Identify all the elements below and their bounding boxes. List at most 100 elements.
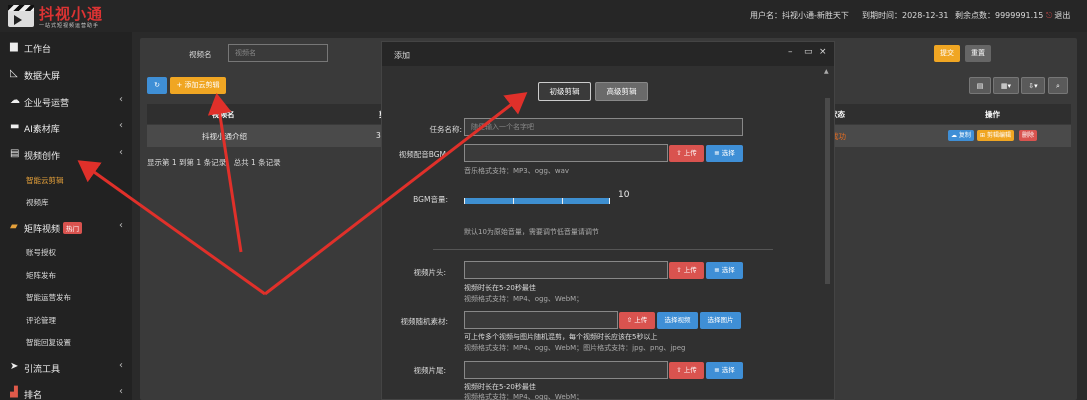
select-image-button[interactable]: 选择图片 <box>700 312 741 329</box>
upload-icon: ⇧ <box>676 266 682 274</box>
volume-slider[interactable] <box>464 198 610 204</box>
sidebar-item-video-library[interactable]: 视频库 <box>0 191 132 213</box>
scroll-up-icon[interactable]: ▲ <box>824 68 829 75</box>
upload-label: 上传 <box>683 366 697 374</box>
sidebar-item-traffic-tools[interactable]: ➤ 引流工具 ‹ <box>0 354 132 380</box>
sidebar-item-workbench[interactable]: ▆ 工作台 <box>0 34 132 60</box>
dialog-title: 添加 <box>394 51 410 60</box>
sidebar-item-comments[interactable]: 评论管理 <box>0 309 132 331</box>
copy-button[interactable]: ☁ 复制 <box>948 130 974 141</box>
desktop-icon: ▆ <box>10 41 18 52</box>
random-help-format: 视频格式支持：MP4、ogg、WebM；图片格式支持：jpg、png、jpeg <box>464 344 686 352</box>
sidebar-item-account-auth[interactable]: 账号授权 <box>0 241 132 263</box>
reset-button[interactable]: 重置 <box>965 45 991 62</box>
delete-button[interactable]: 删除 <box>1019 130 1038 141</box>
top-bar: 抖视小通 一站式短视频运营助手 用户名：抖视小通-新胜天下 到期时间：2028-… <box>0 0 1087 32</box>
random-assets-input[interactable] <box>464 311 618 329</box>
sidebar-item-label: 矩阵视频 <box>24 225 61 235</box>
minimize-icon[interactable]: – <box>788 47 793 57</box>
cloud-icon: ☁ <box>10 95 20 106</box>
outro-input[interactable] <box>464 361 668 379</box>
chevron-left-icon: ‹ <box>119 94 123 105</box>
random-help-text: 可上传多个视频与图片随机混剪，每个视频时长应该在5秒以上 <box>464 333 658 341</box>
sidebar-item-label: 工作台 <box>24 45 52 55</box>
upload-icon: ⇧ <box>626 316 633 324</box>
chart-icon: ◺ <box>10 68 18 79</box>
send-icon: ➤ <box>10 361 19 372</box>
sidebar-item-ai-assets[interactable]: ▬ AI素材库 ‹ <box>0 114 132 140</box>
sidebar-item-video-creation[interactable]: ▤ 视频创作 ‹ <box>0 141 132 167</box>
sidebar-item-auto-reply[interactable]: 智能回复设置 <box>0 331 132 353</box>
hot-badge: 热门 <box>63 222 83 234</box>
points-text: 剩余点数：9999991.15 <box>955 11 1044 20</box>
intro-help-duration: 视频时长在5-20秒最佳 <box>464 284 536 292</box>
search-icon: ⌕ <box>1056 82 1060 90</box>
sidebar-item-label: 排名 <box>24 391 43 400</box>
add-dialog: 添加 – ▭ × 初级剪辑 高级剪辑 任务名称: 随便输入一个名字吧 视频配音B… <box>381 41 835 400</box>
chevron-left-icon: ‹ <box>119 120 123 131</box>
maximize-icon[interactable]: ▭ <box>804 47 813 57</box>
sidebar-item-label: 数据大屏 <box>24 72 61 82</box>
folder-icon: ▬ <box>10 121 20 132</box>
bgm-input[interactable] <box>464 144 668 162</box>
intro-select-button[interactable]: ≣ 选择 <box>706 262 743 279</box>
app-logo[interactable]: 抖视小通 一站式短视频运营助手 <box>8 3 128 30</box>
columns-button[interactable]: ▦▾ <box>993 77 1019 94</box>
video-name-cell: 抖视小通介绍 <box>202 132 247 141</box>
select-label: 选择 <box>721 366 735 374</box>
logout-link[interactable]: ⎋ 退出 <box>1046 10 1070 21</box>
submit-button[interactable]: 提交 <box>934 45 960 62</box>
slider-tick <box>609 198 610 204</box>
slider-tick <box>513 198 514 204</box>
search-toggle-button[interactable]: ⌕ <box>1048 77 1068 94</box>
random-upload-button[interactable]: ⇧ 上传 <box>619 312 655 329</box>
sidebar-item-dashboard[interactable]: ◺ 数据大屏 <box>0 61 132 87</box>
outro-help-format: 视频格式支持：MP4、ogg、WebM； <box>464 393 584 400</box>
list-icon: ≣ <box>714 366 720 374</box>
column-header: 视频名 <box>212 110 235 119</box>
sidebar-item-smart-clip[interactable]: 智能云剪辑 <box>0 169 132 191</box>
tab-advanced-clip[interactable]: 高级剪辑 <box>595 82 648 101</box>
video-name-search-input[interactable] <box>228 44 328 62</box>
sidebar-item-label: 智能回复设置 <box>26 338 71 347</box>
refresh-button[interactable]: ↻ <box>147 77 167 94</box>
select-label: 选择 <box>721 266 735 274</box>
view-toggle-button[interactable]: ▤ <box>969 77 991 94</box>
bgm-label: 视频配音BGM <box>398 150 446 159</box>
sidebar-item-matrix-video[interactable]: ▰ 矩阵视频 热门 ‹ <box>0 214 132 240</box>
chevron-left-icon: ‹ <box>119 386 123 397</box>
logo-subtitle: 一站式短视频运营助手 <box>39 23 100 29</box>
intro-upload-button[interactable]: ⇧ 上传 <box>669 262 704 279</box>
sidebar-item-label: 引流工具 <box>24 365 61 375</box>
export-button[interactable]: ⇩▾ <box>1021 77 1045 94</box>
logout-icon: ⎋ <box>1046 11 1053 20</box>
scrollbar-thumb[interactable] <box>825 98 830 284</box>
sidebar-item-matrix-publish[interactable]: 矩阵发布 <box>0 264 132 286</box>
chevron-down-icon: ‹ <box>119 220 123 231</box>
sidebar-item-smart-publish[interactable]: 智能运营发布 <box>0 286 132 308</box>
intro-input[interactable] <box>464 261 668 279</box>
bar-icon: ▟ <box>10 387 18 398</box>
upload-icon: ⇧ <box>676 149 682 157</box>
outro-upload-button[interactable]: ⇧ 上传 <box>669 362 704 379</box>
cloud-icon: ☁ <box>951 132 957 139</box>
task-name-label: 任务名称: <box>429 125 462 134</box>
edit-icon: ⊞ <box>980 132 986 139</box>
task-name-input[interactable]: 随便输入一个名字吧 <box>464 118 743 136</box>
outro-select-button[interactable]: ≣ 选择 <box>706 362 743 379</box>
sidebar: ▆ 工作台 ◺ 数据大屏 ☁ 企业号运营 ‹ ▬ AI素材库 ‹ ▤ 视频创作 … <box>0 32 132 400</box>
sidebar-item-enterprise[interactable]: ☁ 企业号运营 ‹ <box>0 88 132 114</box>
tab-basic-clip[interactable]: 初级剪辑 <box>538 82 591 101</box>
close-icon[interactable]: × <box>819 47 827 57</box>
select-video-button[interactable]: 选择视频 <box>657 312 698 329</box>
add-cloud-clip-button[interactable]: + 添加云剪辑 <box>170 77 226 94</box>
pagination-summary: 显示第 1 到第 1 条记录，总共 1 条记录 <box>147 158 281 167</box>
list-icon: ≣ <box>714 149 720 157</box>
intro-label: 视频片头: <box>413 268 446 277</box>
sidebar-item-ranking[interactable]: ▟ 排名 ‹ <box>0 380 132 400</box>
dialog-scrollbar[interactable]: ▲ <box>824 68 832 398</box>
bgm-upload-button[interactable]: ⇧ 上传 <box>669 145 704 162</box>
edit-clip-button[interactable]: ⊞ 剪辑编辑 <box>977 130 1014 141</box>
bgm-select-button[interactable]: ≣ 选择 <box>706 145 743 162</box>
section-divider <box>433 249 773 250</box>
